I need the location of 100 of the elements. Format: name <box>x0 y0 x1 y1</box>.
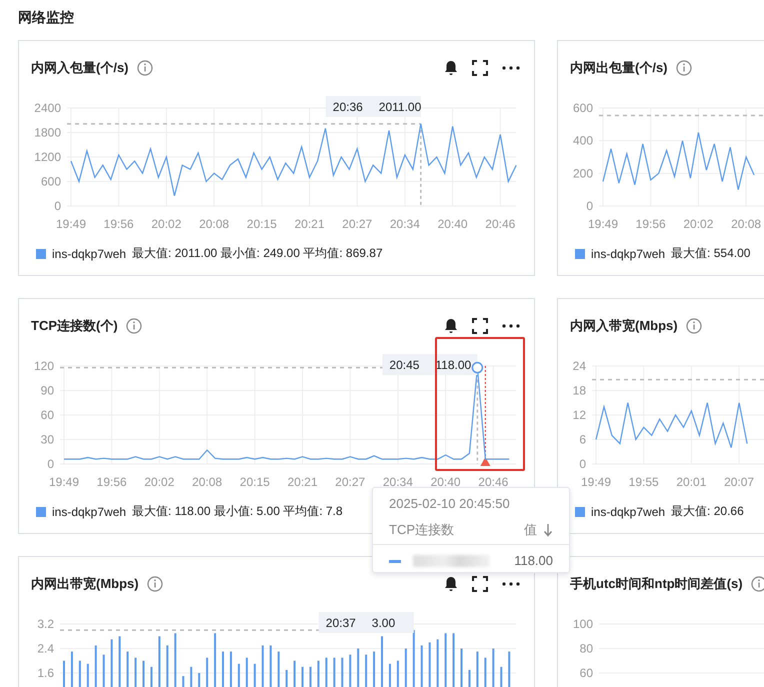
info-icon[interactable] <box>686 318 702 334</box>
axis-label: 1200 <box>34 150 61 164</box>
bar <box>206 658 208 687</box>
bar <box>436 639 439 687</box>
axis-label: 19:56 <box>96 475 127 489</box>
legend-stats: 最大值: 20.66 <box>671 503 744 520</box>
axis-label: 200 <box>572 166 593 180</box>
bar <box>158 636 160 687</box>
axis-label: 60 <box>580 666 593 680</box>
fullscreen-icon[interactable] <box>472 318 488 334</box>
bar <box>86 664 89 687</box>
legend-stats: 最大值: 554.00 <box>671 245 750 262</box>
axis-label: 20:02 <box>144 475 174 489</box>
bar <box>254 664 256 687</box>
bar <box>270 645 272 687</box>
legend-swatch <box>575 506 585 516</box>
axis-label: 0 <box>47 457 54 471</box>
card-title: 内网出带宽(Mbps) <box>31 575 139 593</box>
axis-label: 20:02 <box>683 217 714 231</box>
info-icon[interactable] <box>750 576 764 592</box>
bar <box>198 673 200 687</box>
info-icon[interactable] <box>136 60 152 76</box>
axis-label: 20:21 <box>294 217 325 231</box>
axis-label: 60 <box>40 408 54 422</box>
bar <box>182 676 184 687</box>
more-icon[interactable] <box>502 582 520 586</box>
axis-label: 20:15 <box>246 217 277 231</box>
axis-label: 19:55 <box>628 475 659 489</box>
bar <box>373 652 376 687</box>
alarm-marker-icon <box>480 457 490 466</box>
bar <box>404 648 407 687</box>
legend-series[interactable]: ins-dqkp7weh <box>591 504 666 518</box>
bar <box>126 652 129 687</box>
info-icon[interactable] <box>126 318 142 334</box>
bar <box>388 664 391 687</box>
fullscreen-icon[interactable] <box>472 60 488 76</box>
axis-label: 20:34 <box>382 475 413 489</box>
bar <box>78 660 81 687</box>
card-title: 内网入包量(个/s) <box>31 59 128 77</box>
tooltip-value: 118.00 <box>514 553 553 569</box>
axis-label: 3.2 <box>37 617 54 631</box>
bell-icon[interactable] <box>444 60 458 76</box>
page-title: 网络监控 <box>17 8 75 27</box>
axis-label: 100 <box>572 617 593 631</box>
bar <box>238 664 240 687</box>
axis-label: 1800 <box>34 126 61 140</box>
axis-label: 20:34 <box>390 217 420 231</box>
legend-series[interactable]: ins-dqkp7weh <box>52 246 126 260</box>
legend-swatch <box>36 248 46 258</box>
bell-icon[interactable] <box>444 318 458 334</box>
axis-label: 20:02 <box>151 217 182 231</box>
card-title: 手机utc时间和ntp时间差值(s) <box>570 575 743 593</box>
axis-label: 400 <box>572 134 593 148</box>
legend-stats: 最大值: 2011.00 最小值: 249.00 平均值: 869.87 <box>132 245 383 262</box>
bar <box>70 652 73 687</box>
hover-time: 20:36 <box>332 100 363 114</box>
bar <box>150 666 152 687</box>
bar <box>349 654 352 687</box>
info-icon[interactable] <box>146 576 163 592</box>
hover-time: 20:37 <box>326 616 356 630</box>
axis-label: 19:56 <box>636 217 666 231</box>
bar <box>174 633 176 687</box>
legend-swatch <box>575 248 585 258</box>
axis-label: 20:08 <box>192 475 222 489</box>
hover-value: 2011.00 <box>378 100 422 114</box>
bar <box>262 645 264 687</box>
bar <box>325 658 328 687</box>
tooltip-value-header[interactable]: 值 <box>524 522 537 538</box>
legend-series[interactable]: ins-dqkp7weh <box>52 504 126 518</box>
axis-label: 20:07 <box>724 475 754 489</box>
hover-time: 20:45 <box>389 358 420 372</box>
bar <box>492 648 494 687</box>
tooltip-datetime: 2025-02-10 20:45:50 <box>388 495 511 512</box>
axis-label: 0 <box>586 199 593 213</box>
bar <box>357 648 360 687</box>
more-icon[interactable] <box>502 324 520 328</box>
card-title: 内网出包量(个/s) <box>570 59 668 77</box>
axis-label: 0 <box>54 199 61 213</box>
axis-label: 18 <box>572 384 586 398</box>
axis-label: 19:49 <box>56 217 86 231</box>
info-icon[interactable] <box>676 60 692 76</box>
axis-label: 24 <box>572 359 586 373</box>
sort-down-icon[interactable] <box>543 523 553 537</box>
axis-label: 20:08 <box>199 217 230 231</box>
bar <box>365 654 368 687</box>
bar <box>214 633 216 687</box>
axis-label: 600 <box>40 174 61 188</box>
fullscreen-icon[interactable] <box>472 576 488 592</box>
card-title: 内网入带宽(Mbps) <box>570 317 678 335</box>
axis-label: 20:46 <box>485 217 516 231</box>
bar <box>110 639 113 687</box>
more-icon[interactable] <box>502 66 520 70</box>
axis-label: 19:49 <box>580 475 612 489</box>
axis-label: 20:01 <box>676 475 706 489</box>
bell-icon[interactable] <box>444 576 458 592</box>
bar <box>452 633 455 687</box>
legend-series[interactable]: ins-dqkp7weh <box>591 246 666 260</box>
bar <box>412 630 415 687</box>
bar <box>428 642 431 687</box>
axis-label: 20:15 <box>240 475 270 489</box>
